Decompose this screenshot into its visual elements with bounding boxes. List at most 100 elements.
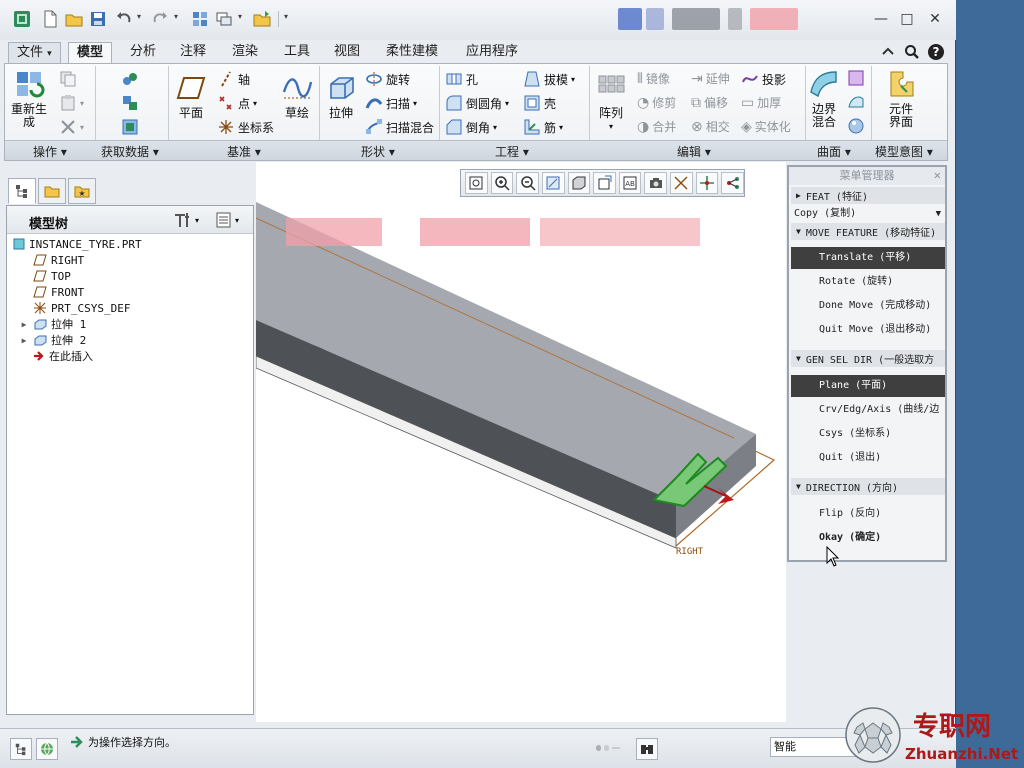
tree-item-root[interactable]: INSTANCE_TYRE.PRT xyxy=(13,236,142,252)
group-get-data[interactable]: 获取数据 ▾ xyxy=(101,143,159,160)
menu-item-okay[interactable]: Okay (确定) xyxy=(791,527,945,549)
datum-display-button[interactable] xyxy=(670,172,693,194)
new-file-icon[interactable] xyxy=(40,9,60,29)
help-icon[interactable]: ? xyxy=(926,42,946,62)
menu-item-translate[interactable]: Translate (平移) xyxy=(791,247,945,269)
save-icon[interactable] xyxy=(88,9,108,29)
windows-dropdown-icon[interactable]: ▾ xyxy=(238,12,242,21)
shrinkwrap-button[interactable] xyxy=(121,118,139,136)
shell-button[interactable]: 壳 xyxy=(523,94,556,112)
menu-manager-close-icon[interactable]: ✕ xyxy=(934,168,941,182)
component-interface-button[interactable]: 元件 界面 xyxy=(885,68,917,129)
expand-icon[interactable]: ▶ xyxy=(19,336,29,345)
menu-item-csys[interactable]: Csys (坐标系) xyxy=(791,423,945,445)
delete-button[interactable]: ▾ xyxy=(59,118,84,136)
refit-button[interactable] xyxy=(465,172,488,194)
tree-item-top-plane[interactable]: TOP xyxy=(33,268,71,284)
hole-button[interactable]: 孔 xyxy=(445,70,478,88)
minimize-button[interactable]: — xyxy=(870,10,892,28)
style-button[interactable] xyxy=(847,69,865,87)
graphics-viewport[interactable]: RIGHT xyxy=(255,162,786,722)
datum-csys-button[interactable]: 坐标系 xyxy=(217,118,274,136)
tree-item-extrude-2[interactable]: ▶ 拉伸 2 xyxy=(19,332,87,348)
spin-center-button[interactable] xyxy=(695,172,719,194)
sweep-button[interactable]: 扫描 ▾ xyxy=(365,94,417,112)
redo-icon[interactable] xyxy=(150,9,170,29)
paste-button[interactable]: ▾ xyxy=(59,94,84,112)
search-icon[interactable] xyxy=(902,42,922,62)
menu-item-quit-move[interactable]: Quit Move (退出移动) xyxy=(791,319,945,341)
tab-model[interactable]: 模型 xyxy=(68,42,113,64)
zoom-in-button[interactable] xyxy=(490,172,514,194)
group-surfaces[interactable]: 曲面 ▾ xyxy=(817,143,851,160)
favorites-tab[interactable]: ★ xyxy=(68,178,96,204)
group-engineering[interactable]: 工程 ▾ xyxy=(495,143,529,160)
draft-button[interactable]: 拔模 ▾ xyxy=(523,70,575,88)
tab-analysis[interactable]: 分析 xyxy=(122,42,164,64)
group-datum[interactable]: 基准 ▾ xyxy=(227,143,261,160)
user-defined-feature-button[interactable] xyxy=(121,70,139,88)
tab-flexible-modeling[interactable]: 柔性建模 xyxy=(378,42,446,64)
regenerate-quick-icon[interactable] xyxy=(190,9,210,29)
redo-dropdown-icon[interactable]: ▾ xyxy=(174,12,178,21)
expand-icon[interactable]: ▶ xyxy=(19,320,29,329)
toggle-navigator-button[interactable] xyxy=(10,738,32,760)
tree-item-right-plane[interactable]: RIGHT xyxy=(33,252,84,268)
tab-file[interactable]: 文件 ▾ xyxy=(8,42,61,64)
customize-quick-access-icon[interactable]: ▾ xyxy=(284,12,288,21)
tree-item-csys[interactable]: PRT_CSYS_DEF xyxy=(33,300,130,316)
extrude-button[interactable]: 拉伸 xyxy=(325,72,357,120)
copy-geometry-button[interactable] xyxy=(121,94,139,112)
menu-item-crv-edg-axis[interactable]: Crv/Edg/Axis (曲线/边 xyxy=(791,399,945,421)
display-style-button[interactable] xyxy=(567,172,591,194)
pattern-button[interactable]: 阵列 ▾ xyxy=(595,72,627,133)
section-feat[interactable]: ▶ FEAT (特征) xyxy=(791,187,945,204)
datum-point-button[interactable]: 点 ▾ xyxy=(217,94,257,112)
open-folder-2-icon[interactable] xyxy=(252,9,272,29)
annotation-display-button[interactable] xyxy=(721,172,745,194)
model-tree-tab[interactable] xyxy=(8,178,36,204)
perspective-button[interactable] xyxy=(644,172,668,194)
offset-button[interactable]: ⧉ 偏移 xyxy=(691,94,728,111)
saved-views-button[interactable] xyxy=(593,172,616,194)
regenerate-button[interactable]: 重新生 成 xyxy=(11,68,47,129)
extend-button[interactable]: ⇥ 延伸 xyxy=(691,70,730,87)
tree-filter-button[interactable]: ▾ xyxy=(215,211,239,229)
group-edit[interactable]: 编辑 ▾ xyxy=(677,143,711,160)
revolve-button[interactable]: 旋转 xyxy=(365,70,410,88)
toggle-browser-button[interactable] xyxy=(36,738,58,760)
rib-button[interactable]: 筋 ▾ xyxy=(523,118,563,136)
group-model-intent[interactable]: 模型意图 ▾ xyxy=(875,143,933,160)
close-button[interactable]: ✕ xyxy=(924,10,946,28)
project-button[interactable]: 投影 xyxy=(741,70,786,88)
tree-item-front-plane[interactable]: FRONT xyxy=(33,284,84,300)
folder-browser-tab[interactable] xyxy=(38,178,66,204)
trim-button[interactable]: ◔ 修剪 xyxy=(637,94,676,111)
menu-item-quit[interactable]: Quit (退出) xyxy=(791,447,945,469)
freestyle-button[interactable] xyxy=(847,93,865,111)
copy-button[interactable] xyxy=(59,70,77,88)
open-folder-icon[interactable] xyxy=(64,9,84,29)
chamfer-button[interactable]: 倒角 ▾ xyxy=(445,118,497,136)
tab-applications[interactable]: 应用程序 xyxy=(458,42,526,64)
undo-icon[interactable] xyxy=(114,9,134,29)
tab-tools[interactable]: 工具 xyxy=(276,42,318,64)
boundary-blend-button[interactable]: 边界 混合 xyxy=(808,68,840,129)
menu-item-done-move[interactable]: Done Move (完成移动) xyxy=(791,295,945,317)
group-operations[interactable]: 操作 ▾ xyxy=(33,143,67,160)
tree-item-extrude-1[interactable]: ▶ 拉伸 1 xyxy=(19,316,87,332)
swept-blend-button[interactable]: 扫描混合 xyxy=(365,118,434,136)
tree-settings-button[interactable]: ▾ xyxy=(173,211,199,229)
round-button[interactable]: 倒圆角 ▾ xyxy=(445,94,509,112)
view-manager-button[interactable]: AB xyxy=(618,172,642,194)
tab-render[interactable]: 渲染 xyxy=(224,42,266,64)
menu-item-plane[interactable]: Plane (平面) xyxy=(791,375,945,397)
fill-surface-button[interactable] xyxy=(847,117,865,135)
zoom-out-button[interactable] xyxy=(516,172,539,194)
datum-axis-button[interactable]: 轴 xyxy=(217,70,250,88)
sketch-button[interactable]: 草绘 xyxy=(281,72,313,120)
windows-icon[interactable] xyxy=(214,9,234,29)
solidify-button[interactable]: ◈ 实体化 xyxy=(741,118,791,135)
copy-selector[interactable]: Copy (复制) ▼ xyxy=(791,205,945,223)
merge-button[interactable]: ◑ 合并 xyxy=(637,118,676,135)
